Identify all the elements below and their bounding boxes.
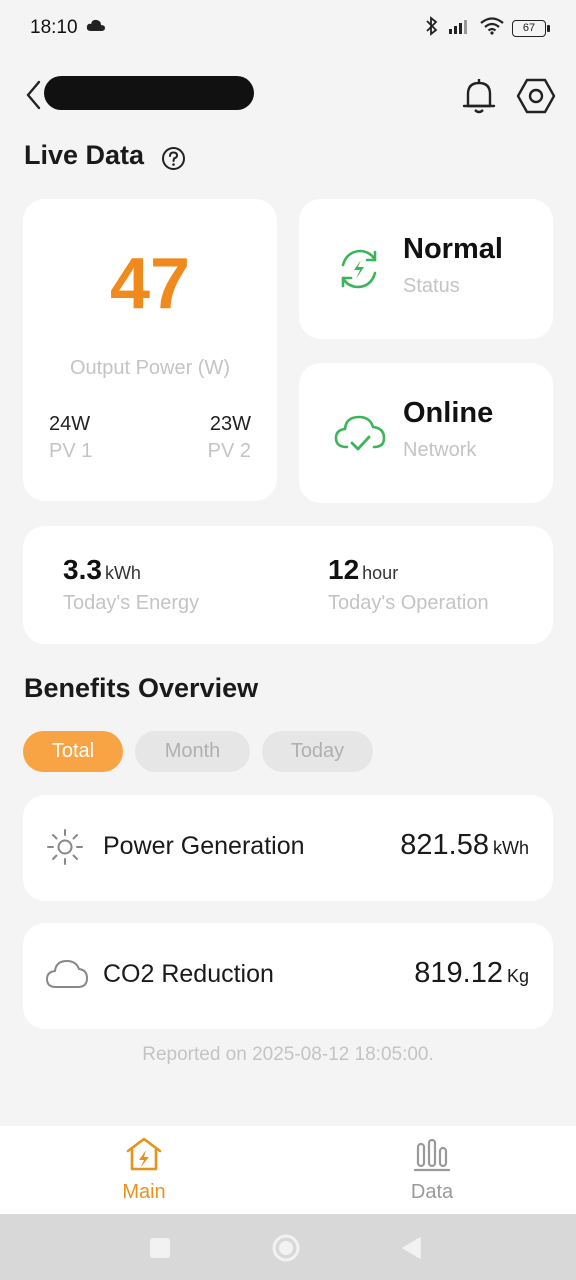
benefit-tabs: Total Month Today xyxy=(23,731,373,772)
cloud-icon xyxy=(45,955,89,996)
power-generation-value-wrap: 821.58 kWh xyxy=(400,829,529,862)
nav-data-label: Data xyxy=(410,1181,454,1203)
help-icon[interactable] xyxy=(161,146,186,176)
nav-main[interactable]: Main xyxy=(84,1136,204,1204)
power-generation-label: Power Generation xyxy=(103,832,305,860)
pv1-block: 24W PV 1 xyxy=(49,413,92,463)
today-energy: 3.3 kWh Today's Energy xyxy=(63,554,199,615)
co2-reduction-value-wrap: 819.12 Kg xyxy=(414,957,529,990)
pv2-label: PV 2 xyxy=(207,440,251,462)
bell-icon[interactable] xyxy=(460,76,498,121)
pv2-value: 23W xyxy=(209,413,251,435)
status-value: Normal xyxy=(403,233,503,265)
today-stats-card: 3.3 kWh Today's Energy 12 hour Today's Ope… xyxy=(23,526,553,644)
sun-icon xyxy=(45,827,85,872)
nav-data[interactable]: Data xyxy=(372,1136,492,1204)
today-energy-value: 3.3 xyxy=(63,554,102,585)
network-label: Network xyxy=(403,439,477,461)
status-bar: 18:10 67 xyxy=(0,0,576,58)
signal-icon xyxy=(448,17,472,40)
status-label: Status xyxy=(403,275,460,297)
home-circle-icon[interactable] xyxy=(271,1233,301,1268)
co2-reduction-card: CO2 Reduction 819.12 Kg xyxy=(23,923,553,1029)
live-data-title: Live Data xyxy=(24,140,145,170)
chevron-left-icon[interactable] xyxy=(22,78,44,117)
today-operation-unit: hour xyxy=(362,563,399,583)
top-nav xyxy=(0,68,576,124)
battery-indicator: 67 xyxy=(512,20,550,37)
bar-chart-icon xyxy=(412,1138,452,1176)
output-power-value: 47 xyxy=(109,244,191,324)
benefits-title: Benefits Overview xyxy=(24,673,259,703)
cloud-check-icon xyxy=(333,407,387,464)
system-nav-bar xyxy=(0,1214,576,1280)
status-time: 18:10 xyxy=(30,17,78,38)
tab-today[interactable]: Today xyxy=(262,731,373,772)
co2-reduction-label: CO2 Reduction xyxy=(103,960,274,988)
bottom-nav: Main Data xyxy=(0,1126,576,1214)
settings-hex-icon[interactable] xyxy=(516,76,556,121)
recents-square-icon[interactable] xyxy=(148,1236,172,1265)
power-generation-unit: kWh xyxy=(493,838,529,858)
tab-month[interactable]: Month xyxy=(135,731,250,772)
cloud-status-icon xyxy=(86,18,106,37)
pv1-label: PV 1 xyxy=(49,440,93,462)
bluetooth-icon xyxy=(424,16,440,41)
tab-total[interactable]: Total xyxy=(23,731,123,772)
home-bolt-icon xyxy=(124,1137,164,1176)
redacted-device-name xyxy=(44,76,254,110)
back-triangle-icon[interactable] xyxy=(400,1236,424,1265)
pv2-block: 23W PV 2 xyxy=(208,413,251,463)
power-generation-card: Power Generation 821.58 kWh xyxy=(23,795,553,901)
today-operation-label: Today's Operation xyxy=(328,592,489,614)
pv1-value: 24W xyxy=(49,413,91,435)
co2-reduction-value: 819.12 xyxy=(414,957,503,989)
today-energy-unit: kWh xyxy=(104,563,141,583)
power-generation-value: 821.58 xyxy=(400,829,489,861)
status-card: Normal Status xyxy=(299,199,553,339)
network-card: Online Network xyxy=(299,363,553,503)
today-energy-label: Today's Energy xyxy=(63,592,200,614)
today-operation-value: 12 xyxy=(328,554,360,585)
today-operation: 12 hour Today's Operation xyxy=(328,554,489,615)
output-power-card: 47 Output Power (W) 24W PV 1 23W PV 2 xyxy=(23,199,277,501)
co2-reduction-unit: Kg xyxy=(506,966,529,986)
status-sync-icon xyxy=(333,243,385,300)
network-value: Online xyxy=(403,397,494,429)
reported-timestamp: Reported on 2025-08-12 18:05:00. xyxy=(142,1044,434,1065)
nav-main-label: Main xyxy=(122,1181,166,1203)
wifi-icon xyxy=(480,17,504,40)
output-power-label: Output Power (W) xyxy=(69,357,231,379)
